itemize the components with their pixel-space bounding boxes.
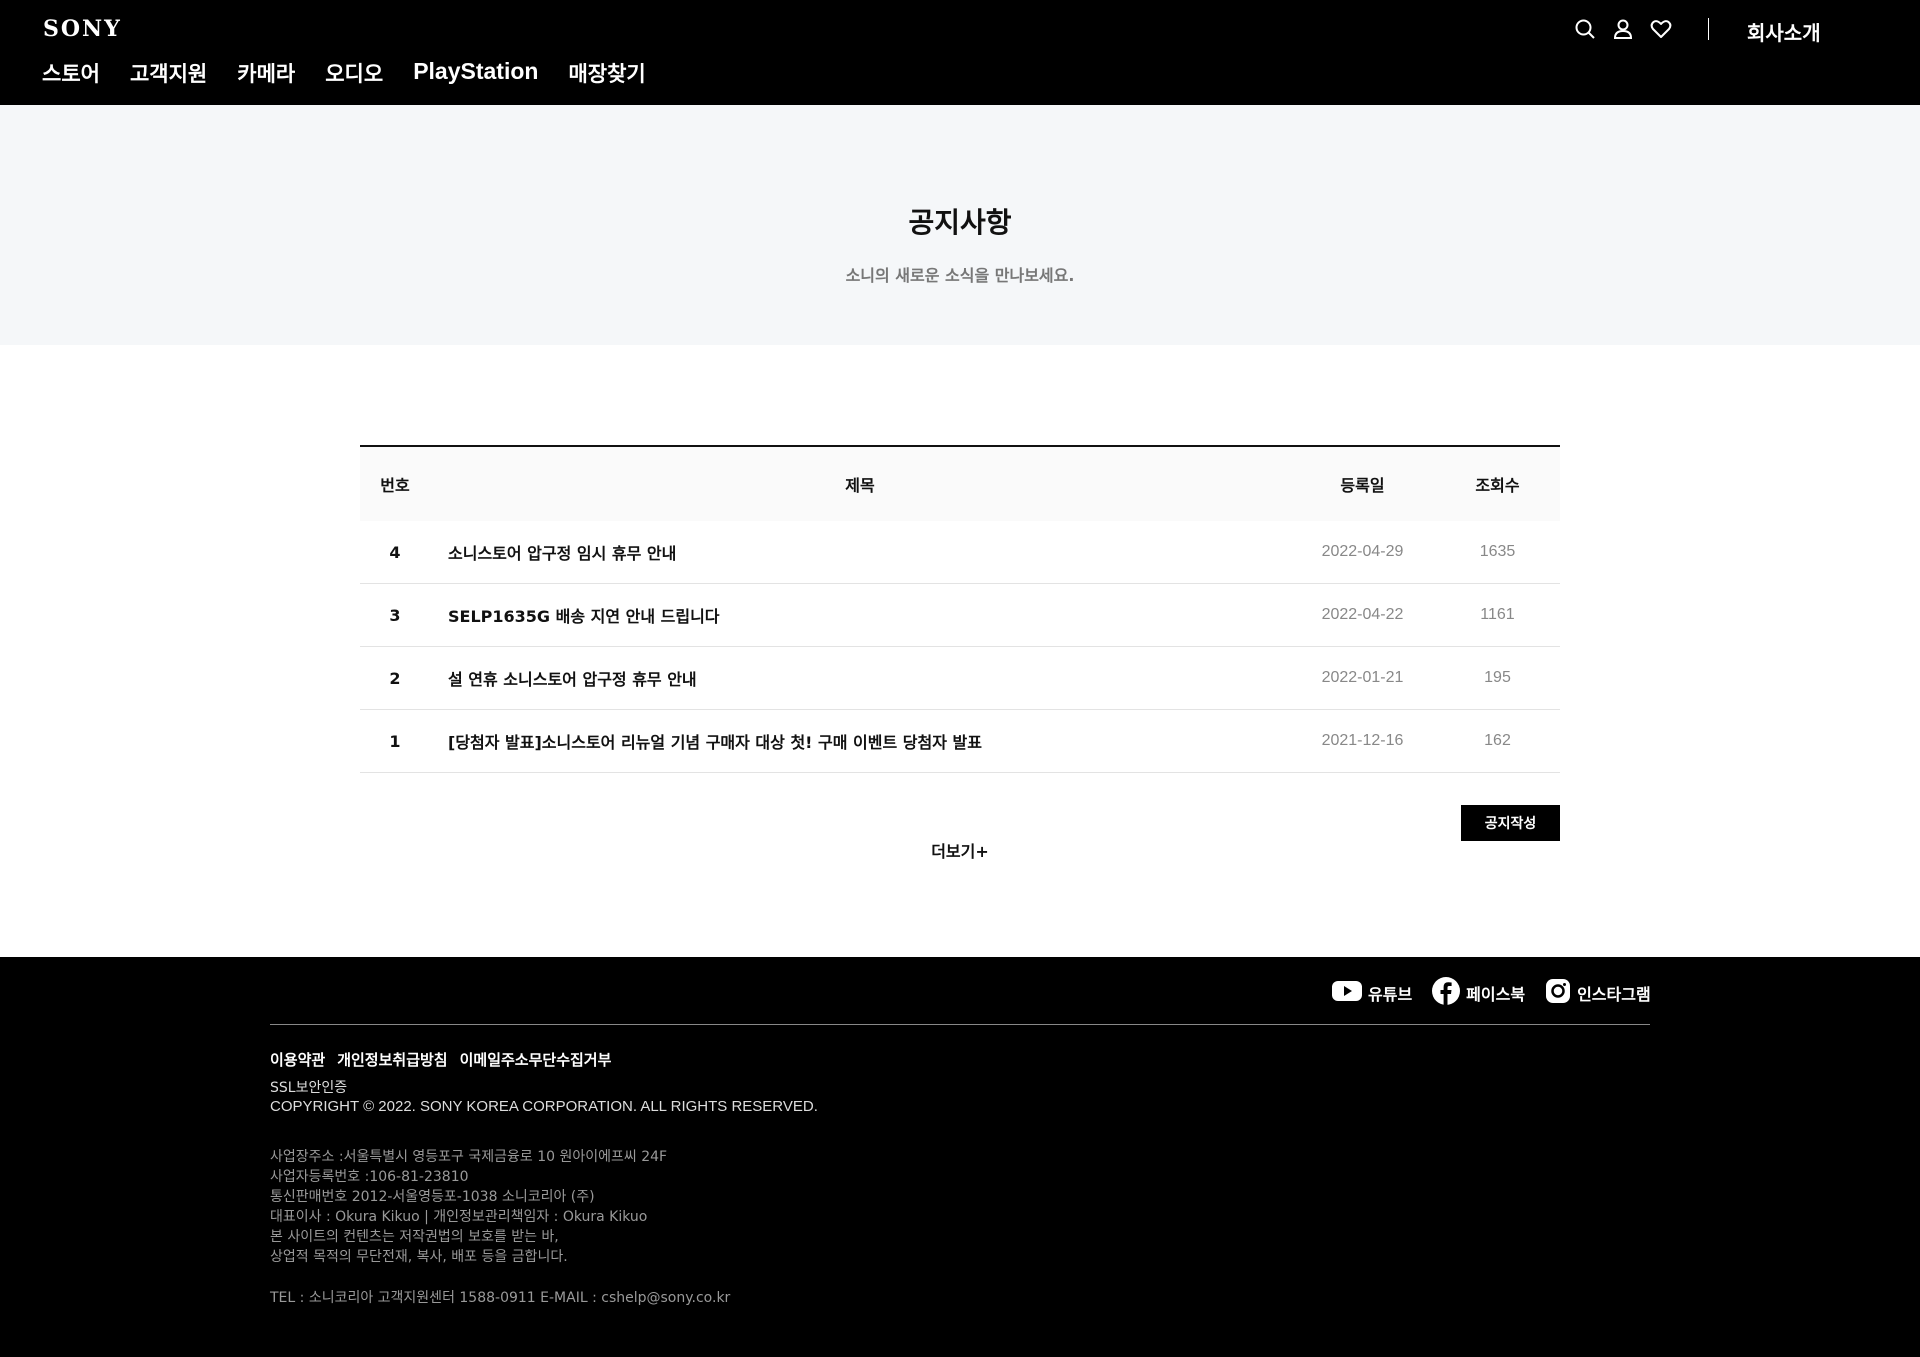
copyright-notice-1: 본 사이트의 컨텐츠는 저작권법의 보호를 받는 바, (270, 1229, 559, 1245)
copyright-notice-2: 상업적 목적의 무단전재, 복사, 배포 등을 금합니다. (270, 1249, 568, 1265)
youtube-link[interactable]: 유튜브 (1332, 980, 1412, 1006)
sony-logo[interactable]: SONY (43, 16, 122, 42)
facebook-label: 페이스북 (1466, 985, 1526, 1004)
youtube-icon (1332, 980, 1362, 1006)
row-title-link[interactable]: SELP1635G 배송 지연 안내 드립니다 (430, 603, 1290, 627)
email-refusal-link[interactable]: 이메일주소무단수집거부 (460, 1049, 612, 1070)
table-row[interactable]: 2 설 연휴 소니스토어 압구정 휴무 안내 2022-01-21 195 (360, 647, 1560, 710)
instagram-label: 인스타그램 (1577, 985, 1651, 1004)
company-info-link[interactable]: 회사소개 (1747, 17, 1821, 46)
page-title: 공지사항 (908, 206, 1012, 239)
row-views: 195 (1484, 669, 1511, 686)
instagram-link[interactable]: 인스타그램 (1545, 978, 1651, 1008)
contact-info: TEL : 소니코리아 고객지원센터 1588-0911 E-MAIL : cs… (270, 1290, 731, 1306)
footer-policy-links: 이용약관 개인정보취급방침 이메일주소무단수집거부 (270, 1049, 611, 1070)
nav-item-store-locator[interactable]: 매장찾기 (568, 58, 645, 88)
header-utilities (1574, 18, 1672, 40)
site-footer: 유튜브 페이스북 인스타그램 이용약관 개인정보취급방침 이메일주소무단수집거부… (0, 957, 1920, 1357)
table-header: 번호 제목 등록일 조회수 (360, 445, 1560, 521)
user-icon[interactable] (1612, 18, 1634, 40)
column-header-no: 번호 (380, 476, 410, 495)
social-links: 유튜브 페이스북 인스타그램 (1332, 977, 1651, 1009)
column-header-title: 제목 (845, 476, 875, 495)
instagram-icon (1545, 978, 1571, 1008)
ceo-info: 대표이사 : Okura Kikuo | 개인정보관리책임자 : Okura K… (270, 1209, 648, 1225)
business-registration: 사업자등록번호 :106-81-23810 (270, 1169, 469, 1185)
nav-item-playstation[interactable]: PlayStation (413, 58, 538, 88)
table-row[interactable]: 1 [당첨자 발표]소니스토어 리뉴얼 기념 구매자 대상 첫! 구매 이벤트 … (360, 710, 1560, 773)
facebook-link[interactable]: 페이스북 (1432, 977, 1525, 1009)
column-header-date: 등록일 (1340, 476, 1385, 495)
main-nav: 스토어 고객지원 카메라 오디오 PlayStation 매장찾기 (42, 58, 646, 88)
mail-order-number: 통신판매번호 2012-서울영등포-1038 소니코리아 (주) (270, 1189, 595, 1205)
search-icon[interactable] (1574, 18, 1596, 40)
company-info: 사업장주소 :서울특별시 영등포구 국제금융로 10 원아이에프씨 24F 사업… (270, 1147, 667, 1267)
facebook-icon (1432, 977, 1461, 1009)
row-title-link[interactable]: [당첨자 발표]소니스토어 리뉴얼 기념 구매자 대상 첫! 구매 이벤트 당첨… (430, 729, 1290, 753)
heart-icon[interactable] (1650, 18, 1672, 40)
copyright-text: COPYRIGHT © 2022. SONY KOREA CORPORATION… (270, 1098, 818, 1115)
row-views: 1161 (1480, 606, 1515, 623)
youtube-label: 유튜브 (1368, 985, 1413, 1004)
row-title-link[interactable]: 설 연휴 소니스토어 압구정 휴무 안내 (430, 666, 1290, 690)
header-divider (1708, 18, 1709, 40)
row-views: 162 (1484, 732, 1511, 749)
row-number: 4 (389, 542, 401, 562)
row-number: 2 (389, 668, 401, 688)
site-header: SONY 스토어 고객지원 카메라 오디오 PlayStation 매장찾기 회… (0, 0, 1920, 105)
row-views: 1635 (1479, 543, 1516, 560)
company-address: 사업장주소 :서울특별시 영등포구 국제금융로 10 원아이에프씨 24F (270, 1149, 668, 1165)
row-number: 3 (389, 605, 401, 625)
row-date: 2022-01-21 (1321, 669, 1404, 686)
row-title-link[interactable]: 소니스토어 압구정 임시 휴무 안내 (430, 540, 1290, 564)
page-hero: 공지사항 소니의 새로운 소식을 만나보세요. (0, 105, 1920, 345)
row-number: 1 (389, 731, 401, 751)
column-header-views: 조회수 (1475, 476, 1520, 495)
load-more: 더보기+ (0, 838, 1920, 862)
row-date: 2022-04-22 (1321, 606, 1404, 623)
notice-table: 번호 제목 등록일 조회수 4 소니스토어 압구정 임시 휴무 안내 2022-… (360, 445, 1560, 773)
footer-divider (270, 1024, 1650, 1025)
nav-item-store[interactable]: 스토어 (42, 58, 100, 88)
row-date: 2021-12-16 (1321, 732, 1404, 749)
nav-item-camera[interactable]: 카메라 (237, 58, 295, 88)
table-row[interactable]: 4 소니스토어 압구정 임시 휴무 안내 2022-04-29 1635 (360, 521, 1560, 584)
table-row[interactable]: 3 SELP1635G 배송 지연 안내 드립니다 2022-04-22 116… (360, 584, 1560, 647)
terms-link[interactable]: 이용약관 (270, 1049, 325, 1070)
privacy-policy-link[interactable]: 개인정보취급방침 (337, 1049, 447, 1070)
nav-item-support[interactable]: 고객지원 (130, 58, 207, 88)
load-more-button[interactable]: 더보기+ (931, 842, 989, 861)
write-notice-button[interactable]: 공지작성 (1461, 805, 1560, 841)
row-date: 2022-04-29 (1321, 543, 1404, 560)
page-subtitle: 소니의 새로운 소식을 만나보세요. (845, 266, 1075, 285)
ssl-certification-link[interactable]: SSL보안인증 (270, 1077, 347, 1097)
nav-item-audio[interactable]: 오디오 (325, 58, 383, 88)
